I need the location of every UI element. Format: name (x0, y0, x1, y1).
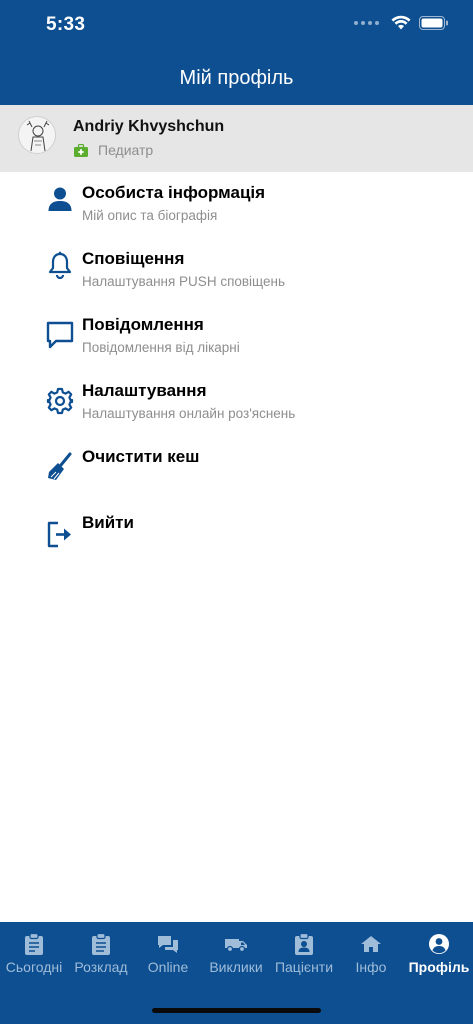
tab-online[interactable]: Online (134, 932, 202, 982)
medical-bag-icon (74, 143, 88, 157)
menu-item-notifications[interactable]: Сповіщення Налаштування PUSH сповіщень (0, 249, 473, 309)
broom-icon (44, 451, 76, 483)
role-row: Педиатр (74, 142, 153, 158)
cellular-signal-icon (354, 20, 379, 25)
tab-label: Інфо (355, 959, 387, 975)
menu-item-subtitle: Мій опис та біографія (82, 208, 218, 223)
menu-item-subtitle: Повідомлення від лікарні (82, 340, 240, 355)
tab-today[interactable]: Сьогодні (0, 932, 68, 982)
chat-icon (134, 932, 202, 956)
profile-screen: 5:33 Мій профіль Andriy Khvyshchun Педиа… (0, 0, 473, 1024)
battery-icon (419, 15, 448, 30)
clipboard-list-icon (67, 932, 135, 956)
logout-icon (44, 518, 76, 550)
person-icon (44, 183, 76, 215)
status-icons (354, 15, 449, 30)
tab-label: Сьогодні (5, 959, 63, 975)
menu-item-title: Очистити кеш (82, 447, 200, 466)
bell-icon (44, 249, 76, 281)
user-circle-icon (405, 932, 473, 956)
gear-icon (44, 385, 76, 417)
tab-info[interactable]: Інфо (337, 932, 405, 982)
tab-calls[interactable]: Виклики (202, 932, 270, 982)
message-icon (44, 319, 76, 351)
page-title: Мій профіль (179, 67, 294, 89)
profile-role: Педиатр (98, 142, 154, 158)
menu-item-settings[interactable]: Налаштування Налаштування онлайн роз'ясн… (0, 381, 473, 441)
avatar (18, 116, 56, 154)
menu-item-title: Вийти (82, 513, 134, 532)
home-indicator[interactable] (152, 1008, 321, 1013)
tab-label: Виклики (209, 959, 263, 975)
tab-label: Розклад (74, 959, 128, 975)
tab-label: Профіль (408, 959, 470, 975)
header: 5:33 Мій профіль (0, 0, 473, 105)
tab-label: Пацієнти (274, 959, 334, 975)
tab-schedule[interactable]: Розклад (67, 932, 135, 982)
profile-name: Andriy Khvyshchun (73, 118, 225, 135)
menu-item-title: Особиста інформація (82, 183, 266, 202)
tab-patients[interactable]: Пацієнти (270, 932, 338, 982)
menu-item-title: Повідомлення (82, 315, 204, 334)
menu-item-logout[interactable]: Вийти (0, 513, 473, 573)
menu-item-title: Сповіщення (82, 249, 185, 268)
home-icon (337, 932, 405, 956)
ambulance-icon (202, 932, 270, 956)
menu-item-subtitle: Налаштування онлайн роз'яснень (82, 406, 296, 421)
menu-item-personal-info[interactable]: Особиста інформація Мій опис та біографі… (0, 183, 473, 243)
clipboard-icon (0, 932, 68, 956)
profile-card[interactable]: Andriy Khvyshchun Педиатр (0, 105, 473, 172)
menu-item-title: Налаштування (82, 381, 207, 400)
tab-label: Online (147, 959, 189, 975)
patient-clipboard-icon (270, 932, 338, 956)
menu-item-messages[interactable]: Повідомлення Повідомлення від лікарні (0, 315, 473, 375)
menu-item-clear-cache[interactable]: Очистити кеш (0, 447, 473, 507)
menu-item-subtitle: Налаштування PUSH сповіщень (82, 274, 286, 289)
tab-profile[interactable]: Профіль (405, 932, 473, 982)
wifi-icon (391, 15, 411, 30)
status-time: 5:33 (46, 14, 86, 35)
